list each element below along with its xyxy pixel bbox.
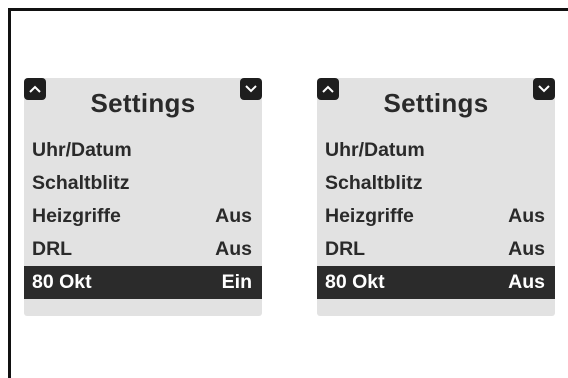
settings-screen-before: Settings Uhr/Datum Schaltblitz Heizgriff… <box>24 78 262 316</box>
menu-item-label: Uhr/Datum <box>32 139 132 161</box>
menu-title: Settings <box>90 88 196 118</box>
menu-item-schaltblitz[interactable]: Schaltblitz <box>317 167 555 200</box>
menu-item-value: Aus <box>508 238 545 260</box>
settings-list: Uhr/Datum Schaltblitz Heizgriffe Aus DRL… <box>317 134 555 299</box>
menu-item-value: Aus <box>508 271 545 293</box>
menu-item-label: Heizgriffe <box>32 205 121 227</box>
menu-item-label: Schaltblitz <box>32 172 130 194</box>
menu-item-value: Aus <box>508 205 545 227</box>
menu-item-heizgriffe[interactable]: Heizgriffe Aus <box>317 200 555 233</box>
menu-item-value: Aus <box>215 205 252 227</box>
menu-item-value: Ein <box>221 271 252 293</box>
menu-item-value: Aus <box>215 238 252 260</box>
menu-item-label: DRL <box>32 238 73 260</box>
menu-item-drl[interactable]: DRL Aus <box>317 233 555 266</box>
settings-list: Uhr/Datum Schaltblitz Heizgriffe Aus DRL… <box>24 134 262 299</box>
menu-item-uhr-datum[interactable]: Uhr/Datum <box>24 134 262 167</box>
menu-item-label: Heizgriffe <box>325 205 414 227</box>
menu-item-label: 80 Okt <box>32 271 92 293</box>
menu-item-uhr-datum[interactable]: Uhr/Datum <box>317 134 555 167</box>
menu-item-80-okt[interactable]: 80 Okt Aus <box>317 266 555 299</box>
menu-item-80-okt[interactable]: 80 Okt Ein <box>24 266 262 299</box>
menu-item-label: Uhr/Datum <box>325 139 425 161</box>
menu-item-label: DRL <box>325 238 366 260</box>
settings-screen-after: Settings Uhr/Datum Schaltblitz Heizgriff… <box>317 78 555 316</box>
menu-item-schaltblitz[interactable]: Schaltblitz <box>24 167 262 200</box>
menu-title: Settings <box>383 88 489 118</box>
menu-item-heizgriffe[interactable]: Heizgriffe Aus <box>24 200 262 233</box>
menu-item-drl[interactable]: DRL Aus <box>24 233 262 266</box>
menu-item-label: 80 Okt <box>325 271 385 293</box>
menu-item-label: Schaltblitz <box>325 172 423 194</box>
